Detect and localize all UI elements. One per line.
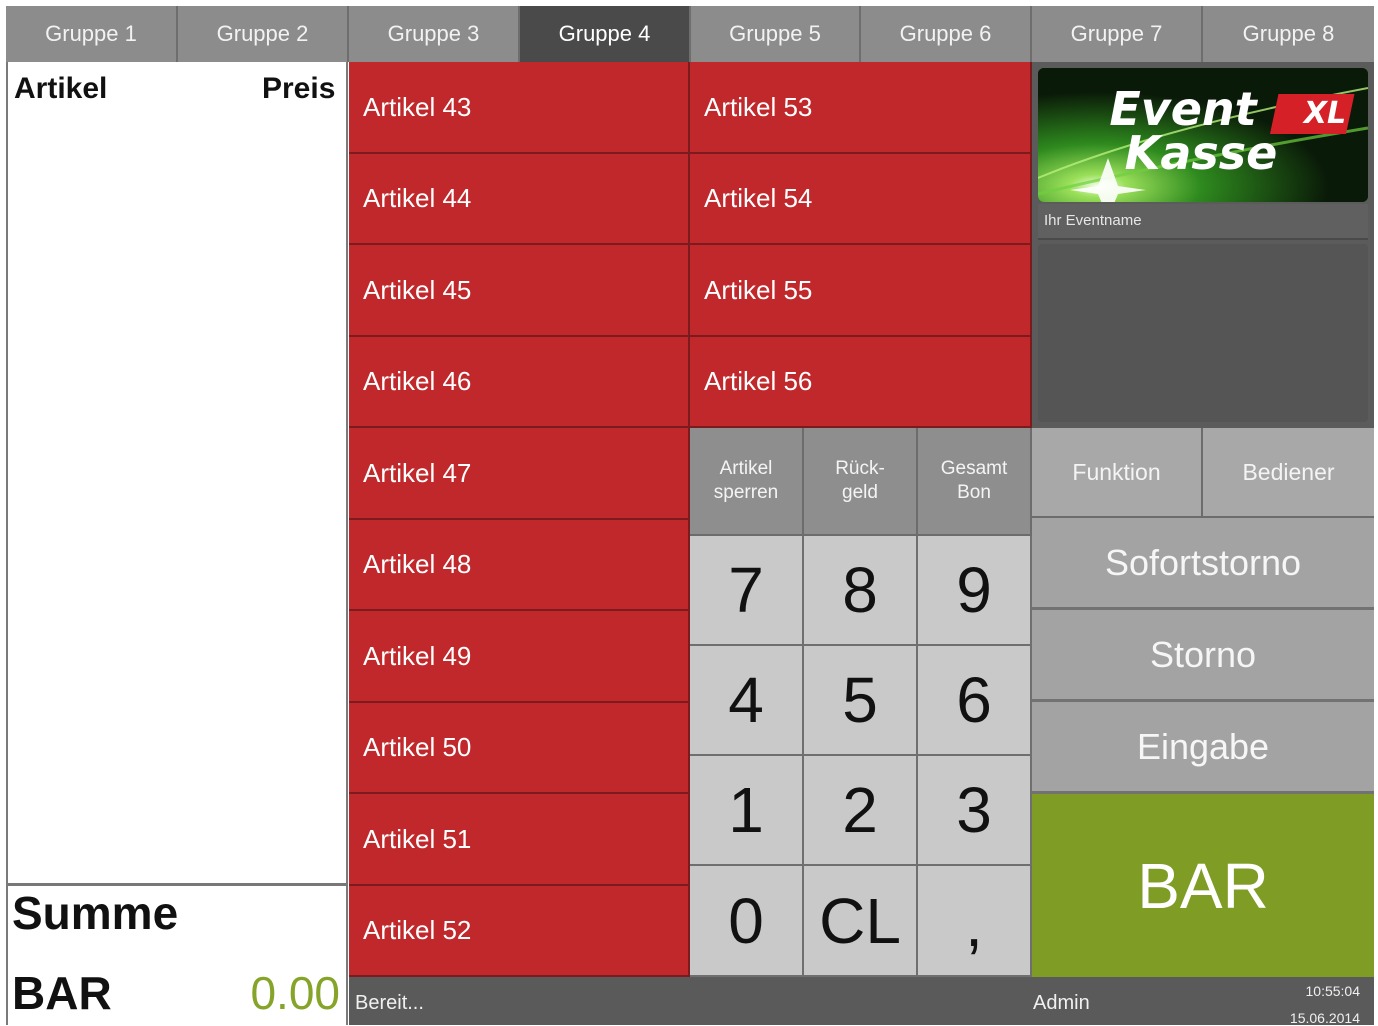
status-time: 10:55:04	[1305, 983, 1361, 999]
total-receipt-label-2: Bon	[957, 482, 991, 503]
event-kasse-logo: Event Kasse XL	[1038, 68, 1368, 202]
logo-word-kasse: Kasse	[1124, 126, 1278, 180]
receipt-column-article: Artikel	[14, 72, 108, 105]
cash-payment-button[interactable]: BAR	[1032, 794, 1374, 977]
lock-article-label-1: Artikel	[719, 458, 773, 479]
status-date: 15.06.2014	[1289, 1010, 1360, 1026]
article-button[interactable]: Artikel 52	[349, 886, 690, 977]
receipt-item-list[interactable]	[10, 112, 346, 882]
logo-badge-xl: XL	[1303, 96, 1347, 131]
numpad-key-5[interactable]: 5	[804, 646, 918, 756]
status-message: Bereit...	[355, 992, 424, 1014]
instant-void-button[interactable]: Sofortstorno	[1032, 518, 1374, 610]
lock-article-label-2: sperren	[713, 482, 779, 503]
tab-gruppe-8[interactable]: Gruppe 8	[1203, 6, 1374, 62]
tab-gruppe-3[interactable]: Gruppe 3	[349, 6, 520, 62]
numpad-key-3[interactable]: 3	[918, 756, 1032, 866]
article-button[interactable]: Artikel 44	[349, 154, 690, 245]
receipt-column-price: Preis	[262, 72, 336, 105]
article-button[interactable]: Artikel 49	[349, 611, 690, 703]
tab-gruppe-5[interactable]: Gruppe 5	[691, 6, 861, 62]
article-button[interactable]: Artikel 53	[690, 62, 1032, 154]
article-button[interactable]: Artikel 47	[349, 428, 690, 520]
change-button[interactable]: Rück- geld	[804, 428, 918, 536]
total-amount: 0.00	[250, 967, 340, 1019]
article-button[interactable]: Artikel 55	[690, 245, 1032, 337]
article-button[interactable]: Artikel 43	[349, 62, 690, 154]
total-receipt-button[interactable]: Gesamt Bon	[918, 428, 1032, 536]
event-name: Ihr Eventname	[1038, 204, 1368, 240]
numpad-key-9[interactable]: 9	[918, 536, 1032, 646]
numpad-key-comma[interactable]: ,	[918, 866, 1032, 977]
article-button[interactable]: Artikel 56	[690, 337, 1032, 428]
tab-gruppe-7[interactable]: Gruppe 7	[1032, 6, 1203, 62]
status-bar	[349, 977, 1374, 1025]
payment-method-label: BAR	[12, 967, 112, 1019]
void-button[interactable]: Storno	[1032, 610, 1374, 702]
tab-gruppe-1[interactable]: Gruppe 1	[6, 6, 178, 62]
numpad-key-0[interactable]: 0	[690, 866, 804, 977]
logo-panel-empty-area	[1038, 244, 1368, 422]
article-button[interactable]: Artikel 50	[349, 703, 690, 794]
total-receipt-label-1: Gesamt	[940, 458, 1008, 479]
tab-gruppe-4[interactable]: Gruppe 4	[520, 6, 691, 62]
current-user: Admin	[1033, 992, 1090, 1014]
change-label-1: Rück-	[835, 458, 885, 479]
numpad-key-clear[interactable]: CL	[804, 866, 918, 977]
summe-label: Summe	[12, 887, 179, 939]
numpad-key-6[interactable]: 6	[918, 646, 1032, 756]
numpad-key-4[interactable]: 4	[690, 646, 804, 756]
article-button[interactable]: Artikel 48	[349, 520, 690, 611]
article-button[interactable]: Artikel 51	[349, 794, 690, 886]
entry-button[interactable]: Eingabe	[1032, 702, 1374, 794]
numpad-key-1[interactable]: 1	[690, 756, 804, 866]
change-label-2: geld	[842, 482, 878, 503]
numpad-key-2[interactable]: 2	[804, 756, 918, 866]
tab-gruppe-6[interactable]: Gruppe 6	[861, 6, 1032, 62]
lock-article-button[interactable]: Artikel sperren	[690, 428, 804, 536]
article-button[interactable]: Artikel 46	[349, 337, 690, 428]
numpad-key-8[interactable]: 8	[804, 536, 918, 646]
article-button[interactable]: Artikel 54	[690, 154, 1032, 245]
tab-gruppe-2[interactable]: Gruppe 2	[178, 6, 349, 62]
funktion-button[interactable]: Funktion	[1032, 428, 1203, 518]
numpad-key-7[interactable]: 7	[690, 536, 804, 646]
article-button[interactable]: Artikel 45	[349, 245, 690, 337]
bediener-button[interactable]: Bediener	[1203, 428, 1374, 518]
